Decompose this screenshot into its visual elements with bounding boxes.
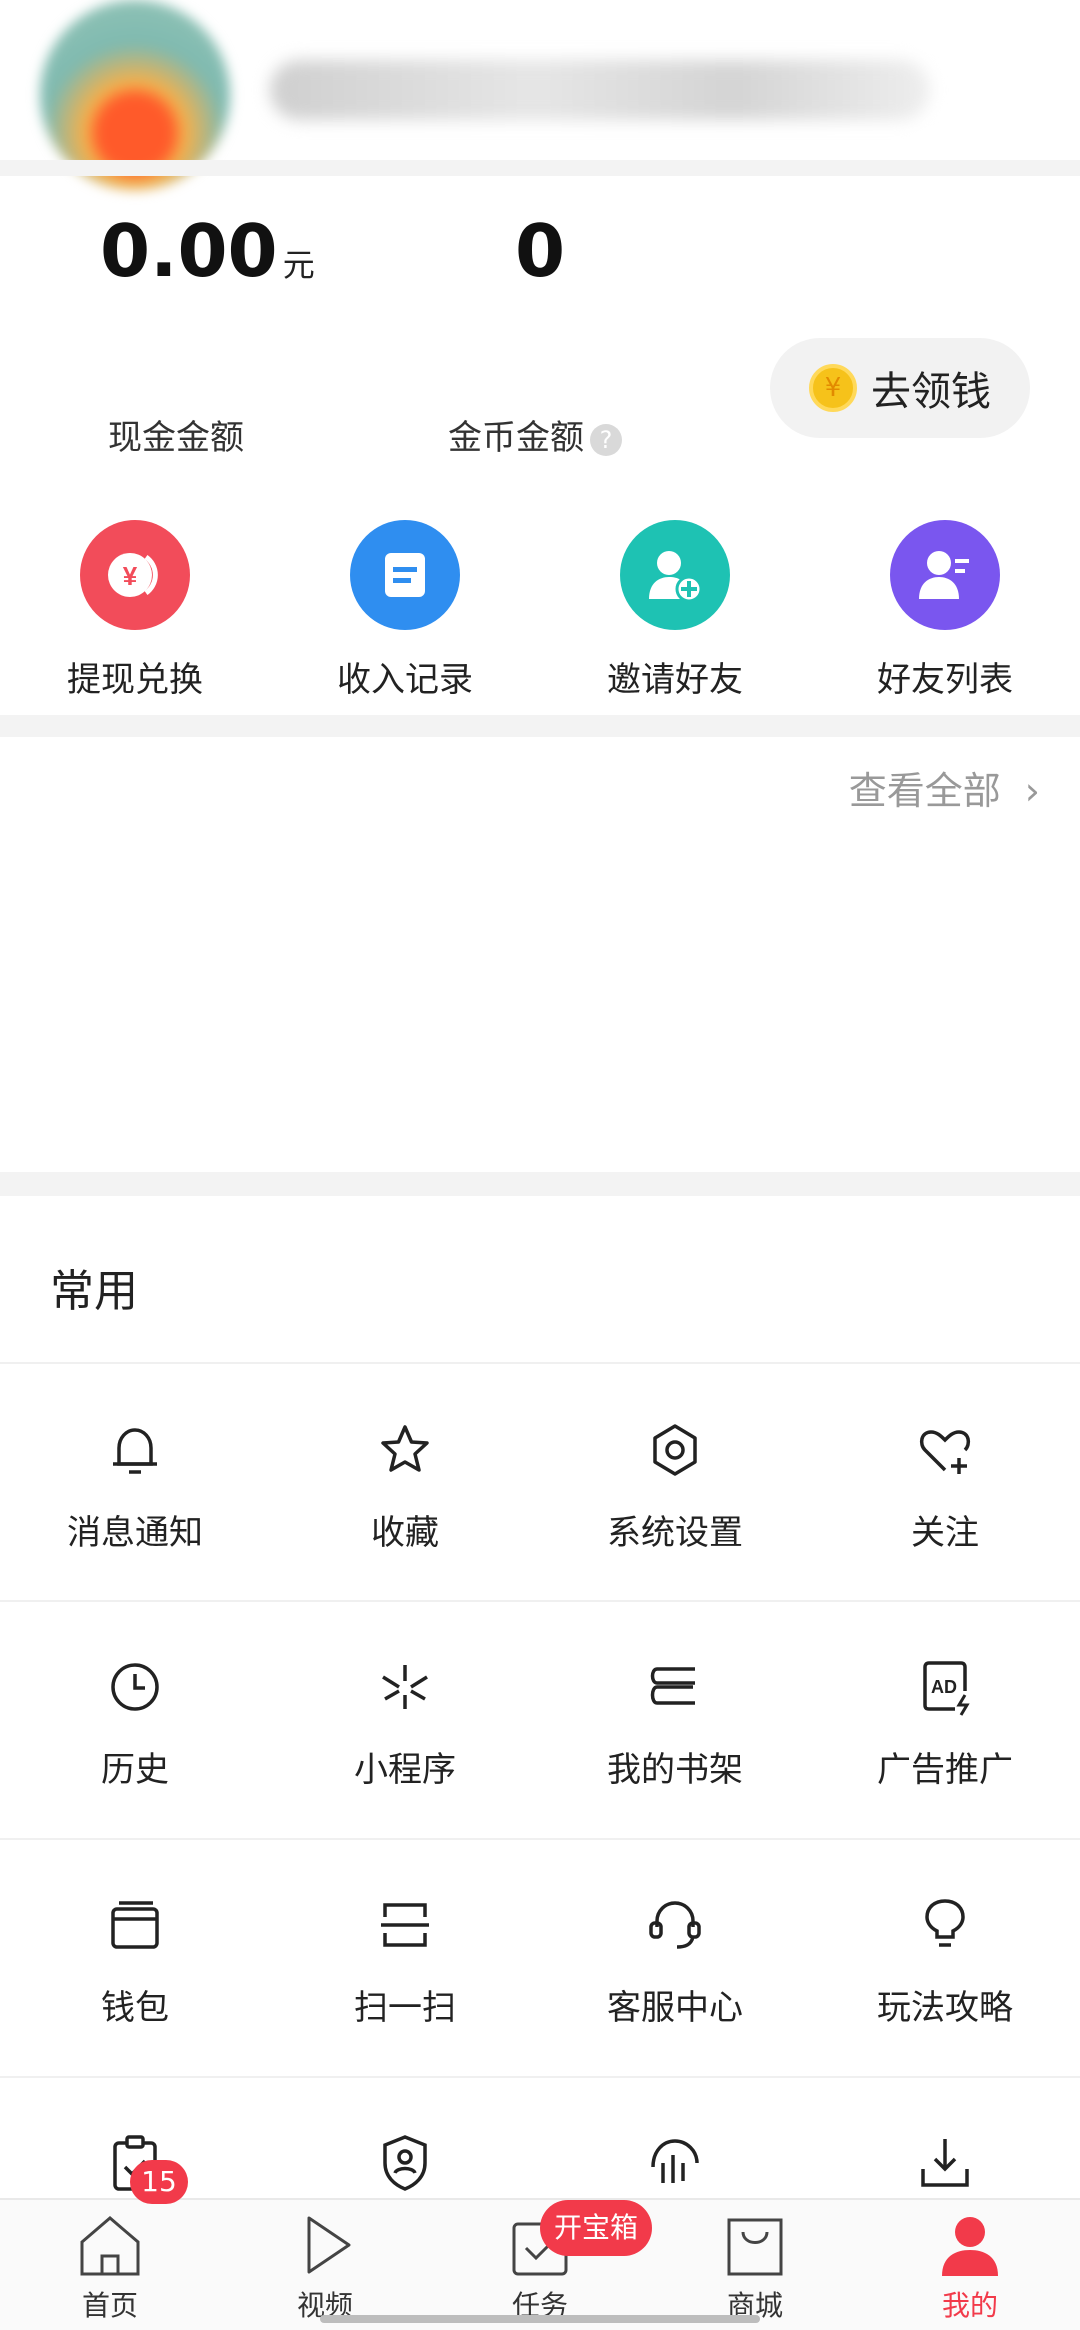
nav-label: 我的 [941,2289,998,2322]
quick-action-income[interactable]: 收入记录 [305,520,505,701]
star-icon [370,1415,440,1485]
shopping-bag-icon [715,2210,795,2280]
get-money-button[interactable]: ¥ 去领钱 [770,338,1030,438]
bookshelf-icon [640,1652,710,1722]
coin-label: 金币金额 [448,418,584,458]
common-item-settings[interactable]: 系统设置 [575,1415,775,1554]
scan-icon [370,1890,440,1960]
cash-value: 0.00 [100,209,278,293]
nav-video[interactable]: 视频 [245,2210,405,2324]
common-item-label: 钱包 [101,1988,169,2028]
username-blurred[interactable] [270,60,930,120]
chart-icon [640,2128,710,2198]
shield-user-icon [370,2128,440,2198]
clock-icon [100,1652,170,1722]
withdraw-icon: ¥ [80,520,190,630]
nav-label: 首页 [81,2289,138,2322]
bell-icon [100,1415,170,1485]
home-indicator [320,2315,760,2323]
section-title: 常用 [50,1266,138,1317]
coin-label-row: 金币金额? [448,410,622,459]
home-icon [70,2210,150,2280]
common-item-guide[interactable]: 玩法攻略 [845,1890,1045,2029]
nav-mine[interactable]: 我的 [890,2210,1050,2324]
common-item-ad-promotion[interactable]: AD 广告推广 [845,1652,1045,1791]
svg-text:¥: ¥ [123,561,138,591]
common-item-scan[interactable]: 扫一扫 [305,1890,505,2029]
home-badge: 15 [130,2160,188,2204]
divider [0,2076,1080,2078]
person-icon [930,2210,1010,2280]
quick-action-label: 提现兑换 [67,660,203,700]
common-item-label: 消息通知 [67,1513,203,1553]
coin-balance[interactable]: 0 [515,215,565,287]
common-item-bookshelf[interactable]: 我的书架 [575,1652,775,1791]
heart-plus-icon [910,1415,980,1485]
section-divider [0,715,1080,737]
cash-unit: 元 [282,246,315,284]
invite-icon [620,520,730,630]
svg-text:AD: AD [931,1677,957,1697]
ad-icon: AD [910,1652,980,1722]
common-item-customer-service[interactable]: 客服中心 [575,1890,775,2029]
common-item-history[interactable]: 历史 [35,1652,235,1791]
headset-icon [640,1890,710,1960]
record-icon [350,520,460,630]
divider [0,1838,1080,1840]
common-item-label: 我的书架 [607,1750,743,1790]
nav-mall[interactable]: 商城 [675,2210,835,2324]
quick-action-invite[interactable]: 邀请好友 [575,520,775,701]
bulb-icon [910,1890,980,1960]
common-item-label: 玩法攻略 [877,1988,1013,2028]
wallet-icon [100,1890,170,1960]
divider [0,1600,1080,1602]
nav-home[interactable]: 首页 [30,2210,190,2324]
quick-action-friends[interactable]: 好友列表 [845,520,1045,701]
divider [0,1362,1080,1364]
download-icon [910,2128,980,2198]
cash-balance[interactable]: 0.00 元 [100,215,315,287]
common-item-chart[interactable] [575,2128,775,2198]
common-item-download[interactable] [845,2128,1045,2198]
common-item-label: 小程序 [354,1750,456,1790]
common-item-shield[interactable] [305,2128,505,2198]
coin-value: 0 [515,209,566,293]
common-item-notifications[interactable]: 消息通知 [35,1415,235,1554]
common-item-wallet[interactable]: 钱包 [35,1890,235,2029]
view-all-label: 查看全部 [848,769,1001,813]
quick-action-label: 好友列表 [877,660,1013,700]
quick-action-label: 邀请好友 [607,660,743,700]
mini-program-icon [370,1652,440,1722]
common-item-follow[interactable]: 关注 [845,1415,1045,1554]
treasure-chest-badge[interactable]: 开宝箱 [540,2200,652,2256]
common-item-label: 系统设置 [607,1513,743,1553]
common-item-label: 客服中心 [607,1988,743,2028]
common-item-label: 关注 [911,1513,979,1553]
common-item-label: 收藏 [371,1513,439,1553]
quick-action-label: 收入记录 [337,660,473,700]
section-divider [0,1172,1080,1196]
cash-label: 现金金额 [108,418,244,458]
common-item-label: 广告推广 [877,1750,1013,1790]
help-icon[interactable]: ? [590,423,622,456]
view-all-link[interactable]: 查看全部 › [849,760,1040,815]
common-item-favorites[interactable]: 收藏 [305,1415,505,1554]
get-money-label: 去领钱 [871,369,991,415]
common-item-mini-program[interactable]: 小程序 [305,1652,505,1791]
common-item-label: 扫一扫 [354,1988,456,2028]
quick-action-withdraw[interactable]: ¥ 提现兑换 [35,520,235,701]
common-item-label: 历史 [101,1750,169,1790]
coin-icon: ¥ [809,364,857,412]
gear-icon [640,1415,710,1485]
friends-list-icon [890,520,1000,630]
play-icon [285,2210,365,2280]
chevron-right-icon: › [1024,769,1040,813]
section-divider [0,160,1080,176]
